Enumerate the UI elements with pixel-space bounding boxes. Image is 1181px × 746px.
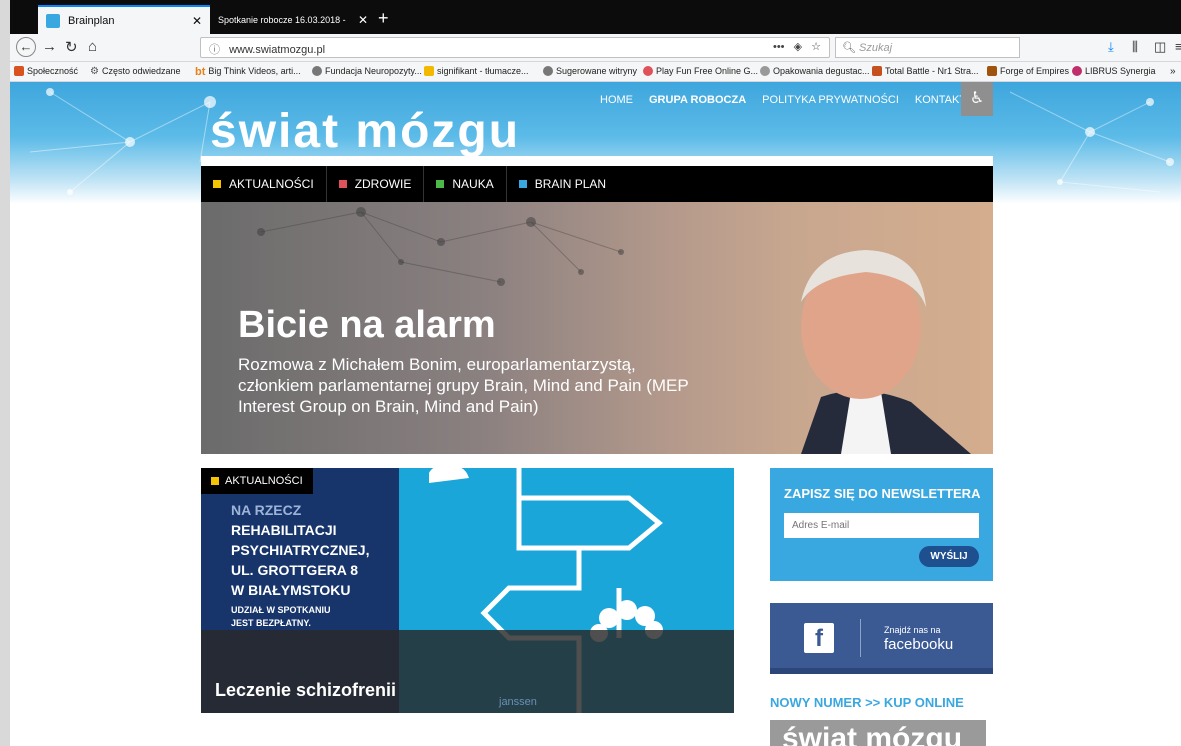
newsletter-box: ZAPISZ SIĘ DO NEWSLETTERA WYŚLIJ: [770, 468, 993, 581]
magazine-cover-title: świat mózgu: [782, 722, 963, 746]
category-marker: [338, 180, 347, 188]
tab-title: Spotkanie robocze 16.03.2018 - Gru: [218, 14, 348, 25]
tab-brainplan[interactable]: Brainplan ✕: [38, 5, 210, 34]
bookmark-item[interactable]: Fundacja Neuropozyty...: [312, 66, 422, 76]
facebook-big-text: facebooku: [884, 636, 954, 653]
accessibility-icon[interactable]: ♿︎: [961, 82, 993, 116]
category-marker: [518, 180, 527, 188]
hero-banner[interactable]: Bicie na alarm Rozmowa z Michałem Bonim,…: [201, 202, 993, 454]
bookmark-item[interactable]: Total Battle - Nr1 Stra...: [872, 66, 979, 76]
facebook-banner[interactable]: f Znajdź nas na facebooku: [770, 603, 993, 674]
category-zdrowie[interactable]: ZDROWIE: [327, 166, 425, 202]
new-tab-icon[interactable]: +: [378, 8, 389, 29]
category-nauka[interactable]: NAUKA: [424, 166, 507, 202]
gear-icon: ⚙: [90, 66, 99, 77]
banner-subtitle: Rozmowa z Michałem Bonim, europarlamenta…: [238, 355, 689, 416]
category-bar: AKTUALNOŚCI ZDROWIE NAUKA BRAIN PLAN: [201, 166, 993, 202]
home-icon[interactable]: ⌂: [88, 38, 97, 55]
bookmark-item[interactable]: Społeczność: [14, 66, 78, 76]
poster-text: NA RZECZ REHABILITACJI PSYCHIATRYCZNEJ, …: [231, 502, 370, 598]
tab-title: Brainplan: [68, 14, 115, 27]
category-aktualnosci[interactable]: AKTUALNOŚCI: [201, 166, 327, 202]
new-issue-link[interactable]: NOWY NUMER >> KUP ONLINE: [770, 695, 964, 710]
bookmark-item[interactable]: bt Big Think Videos, arti...: [195, 66, 301, 78]
nav-kontakt[interactable]: KONTAKT: [915, 94, 966, 106]
library-icon[interactable]: ⫼: [1132, 39, 1138, 55]
sidebar-icon[interactable]: ◫: [1154, 39, 1166, 55]
nav-grupa-robocza[interactable]: GRUPA ROBOCZA: [649, 94, 746, 106]
category-brain-plan[interactable]: BRAIN PLAN: [507, 166, 618, 202]
search-placeholder: Szukaj: [859, 42, 893, 54]
navigation-bar: ← → ↻ ⌂ ⓘ www.swiatmozgu.pl ••• ◈ ☆ 🔍︎ S…: [10, 34, 1181, 62]
globe-icon: [543, 66, 553, 76]
forward-icon[interactable]: →: [42, 38, 57, 55]
category-marker: [436, 180, 445, 188]
category-marker: [213, 180, 221, 188]
bookmarks-toolbar: Społeczność ⚙ Często odwiedzane bt Big Thi…: [10, 62, 1181, 82]
site-logo[interactable]: świat mózgu: [210, 104, 520, 159]
site-info-icon[interactable]: ⓘ: [209, 44, 220, 56]
game-icon: [643, 66, 653, 76]
download-icon[interactable]: ⤓: [1108, 39, 1114, 55]
poster-small-text: UDZIAŁ W SPOTKANIU JEST BEZPŁATNY.: [231, 605, 331, 628]
bookmarks-overflow-icon[interactable]: »: [1170, 66, 1176, 77]
brainplan-favicon-icon: [46, 13, 60, 28]
banner-title[interactable]: Bicie na alarm: [238, 304, 496, 347]
bookmark-item[interactable]: Sugerowane witryny: [543, 66, 637, 76]
portrait-image: [801, 250, 971, 454]
article-category-badge[interactable]: AKTUALNOŚCI: [201, 468, 313, 494]
signifikant-icon: [424, 66, 434, 76]
article-title[interactable]: Leczenie schizofrenii: [215, 680, 396, 701]
globe-icon: [312, 66, 322, 76]
web-page: HOME GRUPA ROBOCZA POLITYKA PRYWATNOŚCI …: [10, 82, 1181, 746]
back-icon[interactable]: ←: [16, 37, 36, 57]
nav-home[interactable]: HOME: [600, 94, 633, 106]
url-bar[interactable]: ⓘ www.swiatmozgu.pl ••• ◈ ☆: [200, 37, 830, 58]
bookmark-item[interactable]: Play Fun Free Online G...: [643, 66, 758, 76]
search-box[interactable]: 🔍︎ Szukaj: [835, 37, 1020, 58]
nav-polityka-prywatnosci[interactable]: POLITYKA PRYWATNOŚCI: [762, 94, 899, 106]
category-marker: [211, 477, 219, 485]
bookmark-star-icon[interactable]: ☆: [811, 41, 821, 53]
tab-strip: Brainplan ✕ Spotkanie robocze 16.03.2018…: [10, 0, 1181, 34]
facebook-icon: f: [804, 623, 834, 653]
browser-window: Brainplan ✕ Spotkanie robocze 16.03.2018…: [0, 0, 1181, 746]
sponsor-logo: janssen: [499, 696, 537, 708]
forge-icon: [987, 66, 997, 76]
bookmark-item[interactable]: signifikant - tłumacze...: [424, 66, 529, 76]
bookmark-item[interactable]: Opakowania degustac...: [760, 66, 870, 76]
bigthink-icon: bt: [195, 66, 206, 78]
tab-spotkanie[interactable]: Spotkanie robocze 16.03.2018 - Gru ✕: [210, 5, 376, 34]
page-actions-icon[interactable]: •••: [773, 41, 785, 53]
send-button[interactable]: WYŚLIJ: [919, 546, 979, 567]
newsletter-title: ZAPISZ SIĘ DO NEWSLETTERA: [784, 486, 981, 501]
bookmark-item[interactable]: Forge of Empires: [987, 66, 1069, 76]
email-field[interactable]: [784, 513, 979, 538]
logo-underline: [201, 156, 993, 166]
total-battle-icon: [872, 66, 882, 76]
reload-icon[interactable]: ↻: [65, 38, 78, 56]
search-icon: 🔍︎: [842, 42, 856, 54]
librus-icon: [1072, 66, 1082, 76]
close-tab-icon[interactable]: ✕: [358, 13, 368, 27]
bookmark-favicon-icon: [14, 66, 24, 76]
menu-icon[interactable]: ≡: [1175, 39, 1181, 54]
bookmark-item[interactable]: ⚙ Często odwiedzane: [90, 66, 181, 77]
pocket-icon[interactable]: ◈: [794, 41, 802, 53]
facebook-small-text: Znajdź nas na: [884, 625, 941, 635]
package-icon: [760, 66, 770, 76]
top-navigation: HOME GRUPA ROBOCZA POLITYKA PRYWATNOŚCI …: [600, 94, 966, 106]
magazine-cover[interactable]: świat mózgu: [770, 720, 986, 746]
article-card[interactable]: NA RZECZ REHABILITACJI PSYCHIATRYCZNEJ, …: [201, 468, 734, 713]
bookmark-item[interactable]: LIBRUS Synergia: [1072, 66, 1156, 76]
divider: [860, 619, 861, 657]
url-text: www.swiatmozgu.pl: [229, 44, 326, 56]
close-tab-icon[interactable]: ✕: [192, 14, 202, 28]
